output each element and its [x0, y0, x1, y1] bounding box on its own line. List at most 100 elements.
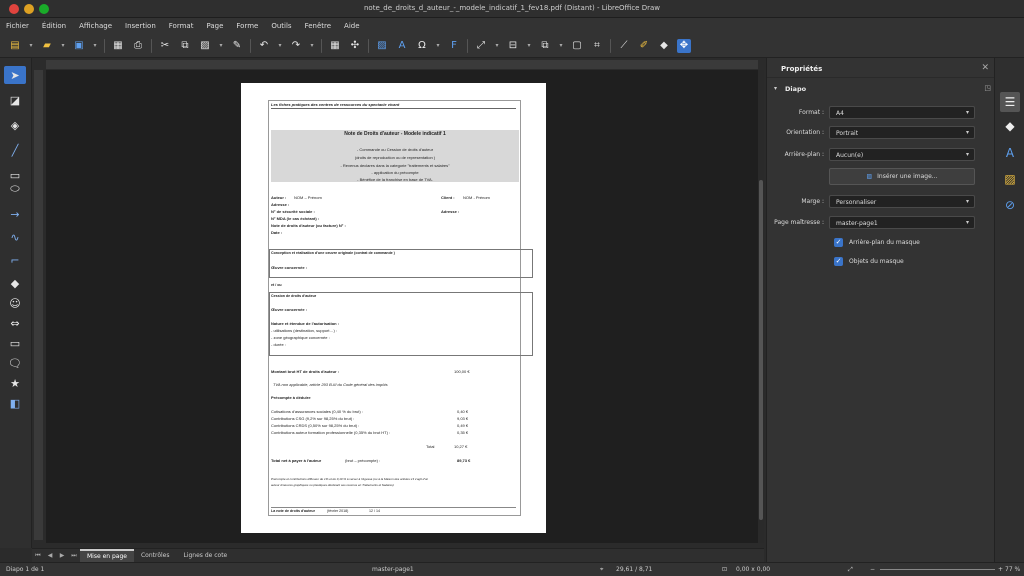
- background-select[interactable]: Aucun(e) ▾: [829, 148, 975, 161]
- close-icon[interactable]: ✕: [981, 63, 989, 73]
- align-dropdown-icon[interactable]: ▾: [526, 39, 532, 53]
- menu-aide[interactable]: Aide: [344, 22, 359, 30]
- menu-fichier[interactable]: Fichier: [6, 22, 29, 30]
- basic-shapes-icon[interactable]: ◆: [4, 274, 26, 292]
- zoom-slider[interactable]: [880, 569, 995, 570]
- client-value: NOM - Prénom: [463, 195, 490, 200]
- vertical-scrollbar-thumb[interactable]: [759, 180, 763, 520]
- properties-deck-icon[interactable]: ☰: [1000, 92, 1020, 112]
- fit-page-icon[interactable]: ⤢: [848, 566, 853, 574]
- gallery-deck-icon[interactable]: ▨: [1000, 169, 1020, 189]
- glue-points-icon[interactable]: ✐: [637, 39, 651, 53]
- open-dropdown-icon[interactable]: ▾: [60, 39, 66, 53]
- address-right: Adresse :: [441, 209, 460, 214]
- open-folder-icon[interactable]: ▰: [40, 39, 54, 53]
- redo-icon[interactable]: ↷: [289, 39, 303, 53]
- transformations-dropdown-icon[interactable]: ▾: [494, 39, 500, 53]
- insert-image-icon[interactable]: ▨: [375, 39, 389, 53]
- paste-icon[interactable]: ▨: [198, 39, 212, 53]
- export-pdf-icon[interactable]: ▦: [111, 39, 125, 53]
- connectors-icon[interactable]: ⌐: [4, 251, 26, 269]
- stars-icon[interactable]: ★: [4, 374, 26, 392]
- line-tool-icon[interactable]: ╱: [4, 141, 26, 159]
- insert-textbox-icon[interactable]: A: [395, 39, 409, 53]
- show-draw-functions-icon[interactable]: ✥: [677, 38, 691, 53]
- section-diapo[interactable]: ▾ Diapo ◳: [767, 82, 995, 96]
- special-character-dropdown-icon[interactable]: ▾: [435, 39, 441, 53]
- fill-color-icon[interactable]: ◈: [4, 116, 26, 134]
- more-options-icon[interactable]: ◳: [984, 84, 991, 92]
- align-objects-icon[interactable]: ⊟: [506, 39, 520, 53]
- fontwork-icon[interactable]: F: [447, 39, 461, 53]
- toggle-extrusion-icon[interactable]: ◆: [657, 39, 671, 53]
- tab-controles[interactable]: Contrôles: [134, 549, 177, 563]
- print-icon[interactable]: ⎙: [131, 39, 145, 53]
- arrange-dropdown-icon[interactable]: ▾: [558, 39, 564, 53]
- menu-page[interactable]: Page: [206, 22, 223, 30]
- curves-icon[interactable]: ∿: [4, 228, 26, 246]
- grid-icon[interactable]: ▦: [328, 39, 342, 53]
- ellipse-tool-icon[interactable]: ⬭: [4, 180, 26, 198]
- points-icon[interactable]: ⟋: [617, 39, 631, 53]
- clone-formatting-icon[interactable]: ✎: [230, 39, 244, 53]
- menu-forme[interactable]: Forme: [236, 22, 258, 30]
- tab-mise-en-page[interactable]: Mise en page: [80, 548, 134, 563]
- menu-affichage[interactable]: Affichage: [79, 22, 112, 30]
- arrange-icon[interactable]: ⧉: [538, 39, 552, 53]
- next-tab-icon[interactable]: ▶: [56, 552, 68, 559]
- menu-outils[interactable]: Outils: [271, 22, 291, 30]
- zoom-level[interactable]: 77 %: [1005, 566, 1020, 573]
- menu-fenetre[interactable]: Fenêtre: [305, 22, 331, 30]
- insert-image-button[interactable]: ▨ Insérer une image...: [829, 168, 975, 185]
- orientation-select[interactable]: Portrait ▾: [829, 126, 975, 139]
- bullet-3: - Revenus declares dans la categorie "tr…: [340, 163, 450, 168]
- last-tab-icon[interactable]: ⏭: [68, 552, 80, 560]
- copy-icon[interactable]: ⧉: [178, 39, 192, 53]
- select-arrow-icon[interactable]: ➤: [4, 66, 26, 84]
- shapes-deck-icon[interactable]: ◆: [1000, 116, 1020, 136]
- vertical-scrollbar[interactable]: [758, 70, 764, 543]
- helplines-icon[interactable]: ✣: [348, 39, 362, 53]
- zoom-in-icon[interactable]: +: [998, 566, 1003, 573]
- first-tab-icon[interactable]: ⏮: [32, 552, 44, 560]
- menu-insertion[interactable]: Insertion: [125, 22, 156, 30]
- margin-select[interactable]: Personnaliser ▾: [829, 195, 975, 208]
- new-dropdown-icon[interactable]: ▾: [28, 39, 34, 53]
- size-readout: 0,00 x 0,00: [736, 566, 771, 573]
- lines-arrows-icon[interactable]: →: [4, 205, 26, 223]
- menu-edition[interactable]: Édition: [42, 22, 66, 30]
- shadow-icon[interactable]: ▢: [570, 39, 584, 53]
- new-document-icon[interactable]: ▤: [8, 39, 22, 53]
- flowchart-icon[interactable]: ▭: [4, 334, 26, 352]
- cut-icon[interactable]: ✂: [158, 39, 172, 53]
- special-character-icon[interactable]: Ω: [415, 39, 429, 53]
- transformations-icon[interactable]: ⤢: [474, 39, 488, 53]
- bullet-2: (droits de reproduction ou de representa…: [354, 155, 436, 160]
- chevron-down-icon[interactable]: ▾: [774, 85, 777, 92]
- redo-dropdown-icon[interactable]: ▾: [309, 39, 315, 53]
- tab-lignes-de-cote[interactable]: Lignes de cote: [176, 549, 234, 563]
- master-background-checkbox[interactable]: ✓: [834, 238, 843, 247]
- master-objects-checkbox[interactable]: ✓: [834, 257, 843, 266]
- master-page-select[interactable]: master-page1 ▾: [829, 216, 975, 229]
- undo-icon[interactable]: ↶: [257, 39, 271, 53]
- crop-icon[interactable]: ⌗: [590, 39, 604, 53]
- 3d-objects-icon[interactable]: ◧: [4, 394, 26, 412]
- line-color-icon[interactable]: ◪: [4, 91, 26, 109]
- undo-dropdown-icon[interactable]: ▾: [277, 39, 283, 53]
- zoom-out-icon[interactable]: −: [870, 566, 875, 573]
- menu-format[interactable]: Format: [169, 22, 194, 30]
- block-arrows-icon[interactable]: ⇔: [4, 314, 26, 332]
- format-select[interactable]: A4 ▾: [829, 106, 975, 119]
- navigator-deck-icon[interactable]: ⊘: [1000, 195, 1020, 215]
- document-page[interactable]: Les fiches pratiques des centres de ress…: [241, 83, 546, 533]
- save-dropdown-icon[interactable]: ▾: [92, 39, 98, 53]
- paste-dropdown-icon[interactable]: ▾: [218, 39, 224, 53]
- save-icon[interactable]: ▣: [72, 39, 86, 53]
- callouts-icon[interactable]: 🗨: [4, 354, 26, 372]
- standard-toolbar: ▤ ▾ ▰ ▾ ▣ ▾ ▦ ⎙ ✂ ⧉ ▨ ▾ ✎ ↶ ▾ ↷ ▾ ▦ ✣ ▨ …: [0, 34, 1024, 58]
- symbol-shapes-icon[interactable]: ☺: [4, 294, 26, 312]
- prev-tab-icon[interactable]: ◀: [44, 552, 56, 559]
- styles-deck-icon[interactable]: A: [1000, 143, 1020, 163]
- toolbar-separator: [250, 38, 251, 53]
